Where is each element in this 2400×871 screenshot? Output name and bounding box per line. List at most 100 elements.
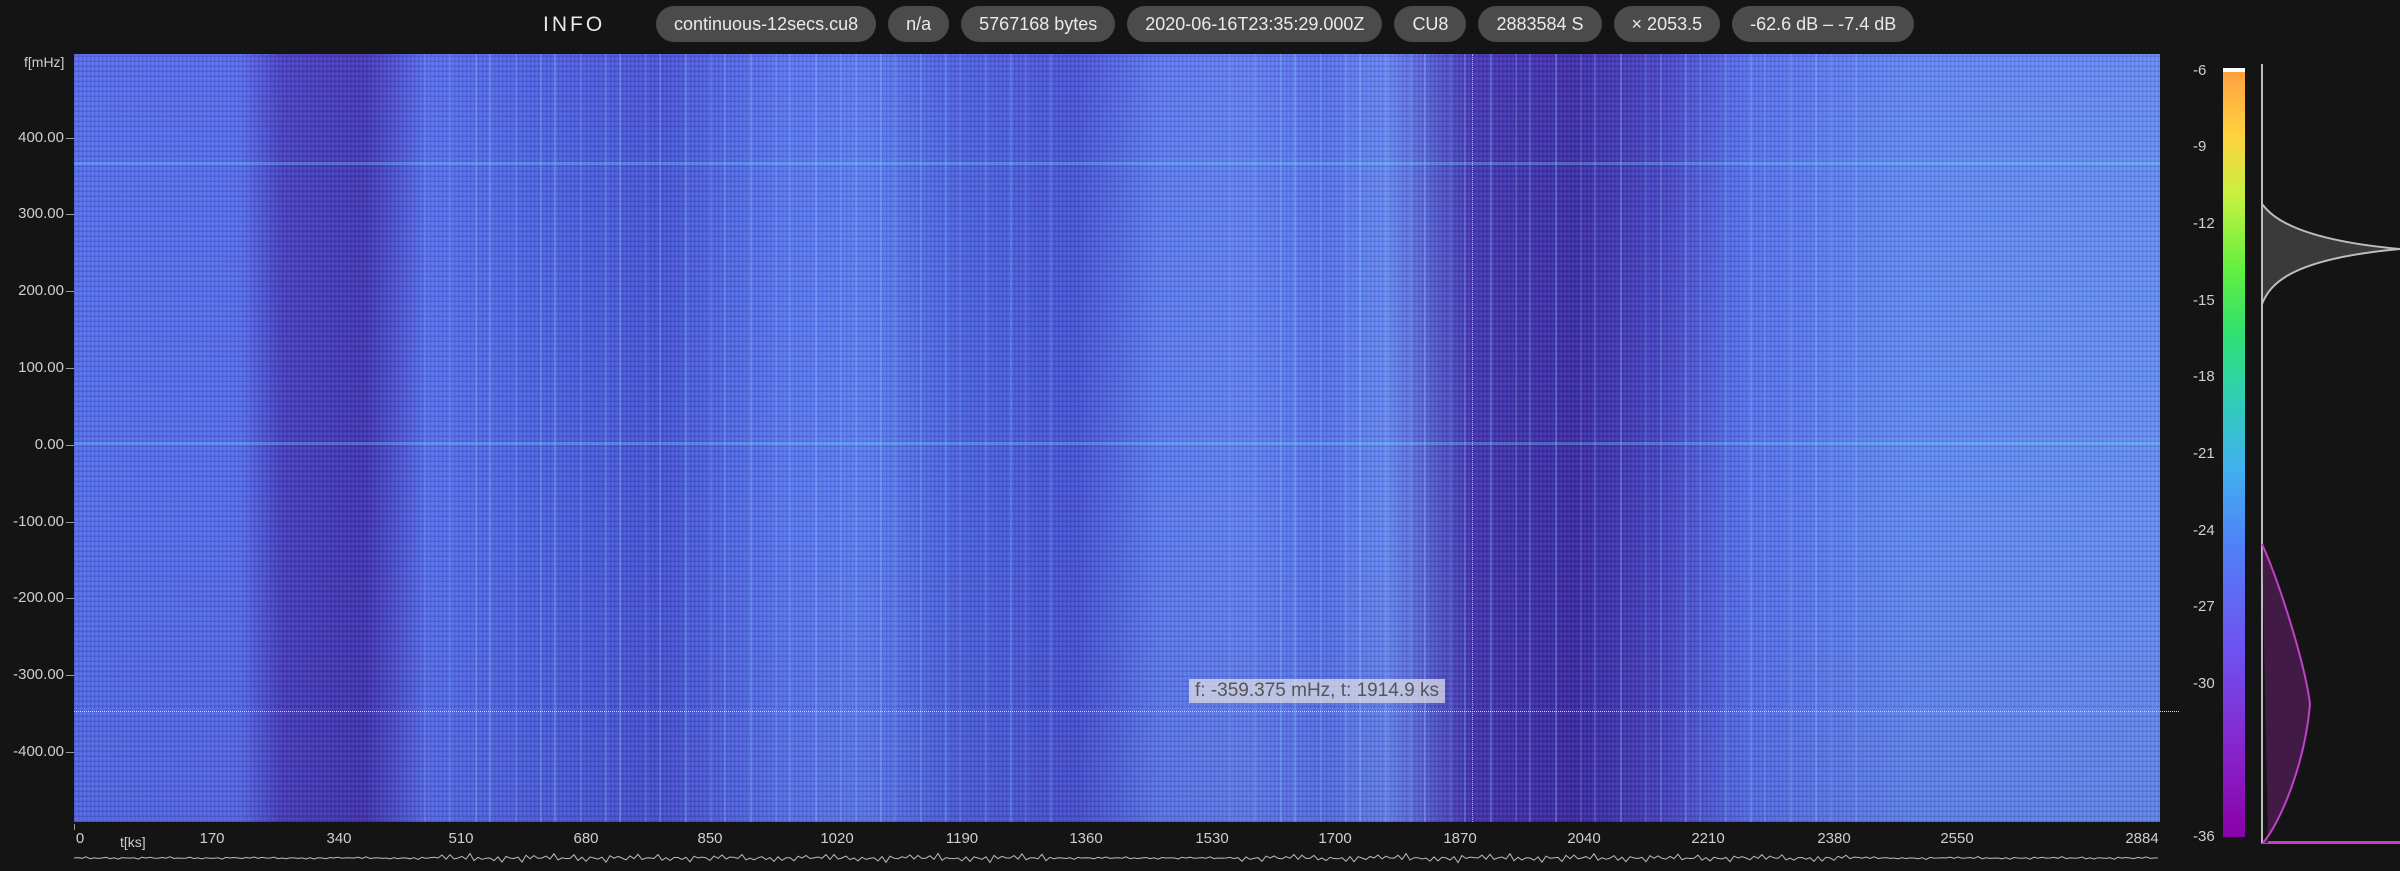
color-tick-label: -15 (2193, 292, 2215, 309)
signal-line (1050, 54, 1052, 822)
filesize-pill[interactable]: 5767168 bytes (961, 6, 1116, 42)
db-range-pill[interactable]: -62.6 dB – -7.4 dB (1732, 6, 1915, 42)
color-tick-label: -30 (2193, 675, 2215, 692)
signal-line (1659, 54, 1662, 822)
signal-line (1619, 54, 1622, 822)
color-tick-label: -12 (2193, 215, 2215, 232)
x-tick-label: 2550 (1940, 830, 1974, 847)
signal-line (1464, 54, 1467, 822)
signal-line (840, 54, 843, 822)
level-histogram (2260, 64, 2400, 844)
x-tick-label: 850 (697, 830, 723, 847)
signal-line (1410, 54, 1413, 822)
signal-line (1319, 54, 1322, 822)
info-title[interactable]: INFO (543, 10, 605, 40)
info-bar: INFO continuous-12secs.cu8 n/a 5767168 b… (0, 0, 2400, 52)
time-axis: t[ks] 0 170 340 510 680 850 1020 1190 13… (74, 824, 2160, 852)
spectrogram-texture (74, 54, 2160, 822)
signal-line (1359, 54, 1362, 822)
y-tick (66, 752, 74, 753)
x-tick-label: 2040 (1567, 830, 1601, 847)
signal-line (1279, 54, 1282, 822)
frequency-axis: f[mHz] 400.00 300.00 200.00 100.00 0.00 … (0, 54, 74, 822)
signal-line (879, 54, 882, 822)
signal-line (605, 54, 608, 822)
cursor-horizontal-line (74, 711, 2179, 712)
signal-line (1764, 54, 1767, 822)
y-tick-label: -100.00 (13, 513, 64, 530)
x-tick-label: 1700 (1318, 830, 1352, 847)
signal-line (1684, 54, 1687, 822)
x-tick-label: 2884 (2125, 830, 2159, 847)
y-tick-label: -300.00 (13, 666, 64, 683)
signal-line (854, 54, 857, 822)
x-tick-label: 2380 (1817, 830, 1851, 847)
signal-line (1645, 54, 1648, 822)
signal-line (1789, 54, 1792, 822)
signal-line (579, 54, 582, 822)
signal-line (1254, 54, 1257, 822)
signal-line (1024, 54, 1027, 822)
x-tick-label: 680 (573, 830, 599, 847)
color-tick-label: -24 (2193, 522, 2215, 539)
signal-line (1010, 54, 1013, 822)
signal-line (1514, 54, 1517, 822)
signal-line (789, 54, 792, 822)
signal-line (644, 54, 647, 822)
x-tick-label: 0 (75, 830, 85, 847)
filename-pill[interactable]: continuous-12secs.cu8 (656, 6, 877, 42)
samples-pill[interactable]: 2883584 S (1478, 6, 1602, 42)
signal-line (554, 54, 557, 822)
signal-line (724, 54, 727, 822)
signal-line (1829, 54, 1832, 822)
timestamp-pill[interactable]: 2020-06-16T23:35:29.000Z (1127, 6, 1383, 42)
signal-line (1724, 54, 1727, 822)
color-tick-label: -27 (2193, 598, 2215, 615)
samplerate-pill[interactable]: n/a (888, 6, 950, 42)
y-tick-label: 300.00 (18, 205, 64, 222)
signal-line (959, 54, 962, 822)
x-tick-label: 510 (448, 830, 474, 847)
format-pill[interactable]: CU8 (1394, 6, 1467, 42)
y-tick (66, 675, 74, 676)
y-tick (66, 445, 74, 446)
signal-line (749, 54, 752, 822)
frequency-axis-unit: f[mHz] (24, 54, 65, 70)
signal-line (1855, 54, 1857, 822)
signal-line (775, 54, 778, 822)
signal-line (1424, 54, 1427, 822)
color-tick-label: -18 (2193, 368, 2215, 385)
cursor-vertical-line (1472, 54, 1473, 822)
x-tick-label: 170 (199, 830, 225, 847)
spectrogram[interactable]: f: -359.375 mHz, t: 1914.9 ks (74, 54, 2179, 822)
y-tick-label: 200.00 (18, 282, 64, 299)
signal-line (1815, 54, 1818, 822)
x-tick-label: 1530 (1195, 830, 1229, 847)
signal-band (74, 442, 2160, 445)
signal-line (1750, 54, 1753, 822)
y-tick-label: -200.00 (13, 589, 64, 606)
signal-line (539, 54, 542, 822)
y-tick-label: 100.00 (18, 359, 64, 376)
y-tick-label: -400.00 (13, 743, 64, 760)
waveform-overview (74, 852, 2159, 864)
x-tick-label: 1360 (1069, 830, 1103, 847)
y-tick (66, 598, 74, 599)
signal-line (919, 54, 922, 822)
signal-line (984, 54, 987, 822)
time-axis-unit: t[ks] (120, 834, 146, 850)
metadata-pills: continuous-12secs.cu8 n/a 5767168 bytes … (656, 6, 1915, 42)
x-tick-label: 340 (326, 830, 352, 847)
signal-line (449, 54, 452, 822)
y-tick (66, 214, 74, 215)
color-scale: -6 -9 -12 -15 -18 -21 -24 -27 -30 -36 (2175, 54, 2400, 846)
zoom-pill[interactable]: × 2053.5 (1613, 6, 1721, 42)
y-tick (66, 291, 74, 292)
signal-line (514, 54, 517, 822)
signal-line (709, 54, 712, 822)
signal-line (1229, 54, 1231, 822)
signal-line (1580, 54, 1583, 822)
signal-line (814, 54, 817, 822)
y-tick-label: 400.00 (18, 129, 64, 146)
y-tick (66, 522, 74, 523)
